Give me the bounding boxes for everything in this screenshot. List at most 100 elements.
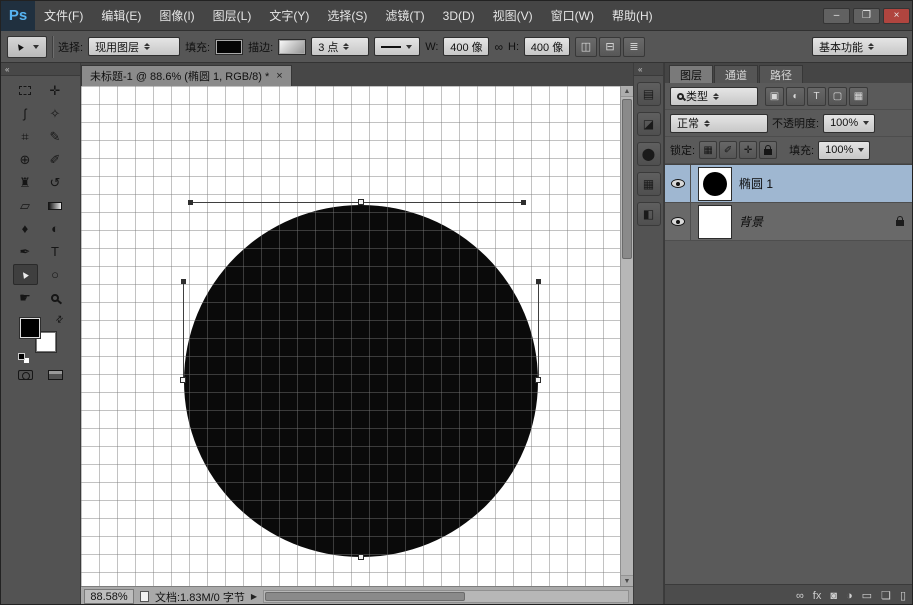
menu-item-9[interactable]: 窗口(W) <box>542 1 603 31</box>
clone-stamp-tool[interactable]: ♜ <box>13 172 38 193</box>
layer-group-icon[interactable]: ▭ <box>862 589 872 602</box>
delete-layer-icon[interactable]: ▯ <box>900 589 906 602</box>
path-selection-tool[interactable]: ► <box>13 264 38 285</box>
properties-panel-icon[interactable]: ◪ <box>637 112 661 136</box>
default-colors-icon[interactable] <box>18 353 25 360</box>
path-arrange-button[interactable]: ≣ <box>623 37 645 57</box>
blend-mode-dropdown[interactable]: 正常 <box>670 114 768 133</box>
layer-effects-icon[interactable]: fx <box>813 590 822 602</box>
layer-thumbnail[interactable] <box>698 167 732 201</box>
zoom-level-field[interactable]: 88.58% <box>84 589 134 604</box>
tab-channels[interactable]: 通道 <box>714 65 758 83</box>
fill-opacity-dropdown[interactable]: 100% <box>818 141 870 160</box>
rectangular-marquee-tool[interactable] <box>13 80 38 101</box>
menu-item-1[interactable]: 编辑(E) <box>92 1 150 31</box>
tab-layers[interactable]: 图层 <box>669 65 713 83</box>
tab-paths[interactable]: 路径 <box>759 65 803 83</box>
filter-shape-layers-button[interactable]: ▢ <box>828 87 847 106</box>
layer-name[interactable]: 椭圆 1 <box>739 175 773 192</box>
scroll-up-arrow[interactable]: ▲ <box>621 86 633 97</box>
tool-preset-picker[interactable]: ► <box>7 36 47 58</box>
color-panel-icon[interactable]: ⬤ <box>637 142 661 166</box>
menu-item-7[interactable]: 3D(D) <box>434 1 484 31</box>
layer-name[interactable]: 背景 <box>739 213 763 230</box>
adjustments-panel-icon[interactable]: ◧ <box>637 202 661 226</box>
horizontal-scrollbar-thumb[interactable] <box>265 592 465 601</box>
fill-color-swatch[interactable] <box>215 39 243 55</box>
shape-height-field[interactable]: 400 像 <box>524 37 570 56</box>
quick-mask-button[interactable] <box>13 364 38 385</box>
toolbar-collapse-button[interactable]: « <box>1 63 80 76</box>
link-layers-icon[interactable]: ∞ <box>796 590 804 602</box>
anchor-point-top[interactable] <box>358 199 364 205</box>
path-alignment-button[interactable]: ⊟ <box>599 37 621 57</box>
new-layer-icon[interactable]: ❏ <box>881 589 891 602</box>
shape-width-field[interactable]: 400 像 <box>443 37 489 56</box>
horizontal-scrollbar[interactable] <box>263 590 629 603</box>
anchor-point-bottom[interactable] <box>358 554 364 560</box>
layer-visibility-toggle[interactable] <box>665 165 691 203</box>
hand-tool[interactable]: ☛ <box>13 287 38 308</box>
stroke-width-dropdown[interactable]: 3 点 <box>311 37 369 56</box>
layer-row-ellipse[interactable]: 椭圆 1 <box>665 165 913 203</box>
quick-selection-tool[interactable]: ✧ <box>43 103 68 124</box>
link-dimensions-icon[interactable]: ∞ <box>494 40 503 54</box>
lasso-tool[interactable]: ʃ <box>13 103 38 124</box>
menu-item-4[interactable]: 文字(Y) <box>260 1 318 31</box>
workspace-dropdown[interactable]: 基本功能 <box>812 37 908 56</box>
stroke-color-swatch[interactable] <box>278 39 306 55</box>
anchor-point-left[interactable] <box>180 377 186 383</box>
lock-pixels-button[interactable]: ✐ <box>719 141 737 159</box>
select-mode-dropdown[interactable]: 现用图层 <box>88 37 180 56</box>
stroke-type-dropdown[interactable] <box>374 37 420 56</box>
menu-item-3[interactable]: 图层(L) <box>204 1 261 31</box>
vertical-scrollbar[interactable]: ▲ ▼ <box>620 86 633 586</box>
zoom-tool[interactable] <box>43 287 68 308</box>
history-panel-icon[interactable]: ▤ <box>637 82 661 106</box>
pen-tool[interactable]: ✒ <box>13 241 38 262</box>
ellipse-tool[interactable]: ○ <box>43 264 68 285</box>
layer-mask-icon[interactable]: ◙ <box>830 590 837 602</box>
healing-brush-tool[interactable]: ⊕ <box>13 149 38 170</box>
close-button[interactable]: × <box>883 8 910 24</box>
filter-pixel-layers-button[interactable]: ▣ <box>765 87 784 106</box>
move-tool[interactable]: ✛ <box>43 80 68 101</box>
eyedropper-tool[interactable]: ✎ <box>43 126 68 147</box>
anchor-point-right[interactable] <box>535 377 541 383</box>
path-operations-button[interactable]: ◫ <box>575 37 597 57</box>
swatches-panel-icon[interactable]: ▦ <box>637 172 661 196</box>
lock-transparency-button[interactable]: ▦ <box>699 141 717 159</box>
lock-position-button[interactable]: ✛ <box>739 141 757 159</box>
status-options-arrow[interactable]: ▶ <box>251 592 257 601</box>
close-tab-icon[interactable]: × <box>276 70 282 82</box>
brush-tool[interactable]: ✐ <box>43 149 68 170</box>
filter-adjustment-layers-button[interactable]: ◐ <box>786 87 805 106</box>
crop-tool[interactable]: ⌗ <box>13 126 38 147</box>
menu-item-10[interactable]: 帮助(H) <box>603 1 662 31</box>
layer-filter-type-dropdown[interactable]: 类型 <box>670 87 758 106</box>
layer-row-background[interactable]: 背景 <box>665 203 913 241</box>
vertical-scrollbar-thumb[interactable] <box>622 99 632 259</box>
menu-item-8[interactable]: 视图(V) <box>484 1 542 31</box>
foreground-color-swatch[interactable] <box>20 318 40 338</box>
menu-item-5[interactable]: 选择(S) <box>318 1 376 31</box>
opacity-dropdown[interactable]: 100% <box>823 114 875 133</box>
filter-smart-objects-button[interactable]: ▦ <box>849 87 868 106</box>
handle-endpoint[interactable] <box>188 200 193 205</box>
adjustment-layer-icon[interactable]: ◑ <box>846 590 853 602</box>
minimize-button[interactable]: – <box>823 8 850 24</box>
dodge-tool[interactable]: ◐ <box>43 218 68 239</box>
scroll-down-arrow[interactable]: ▼ <box>621 575 633 586</box>
history-brush-tool[interactable]: ↺ <box>43 172 68 193</box>
blur-tool[interactable]: ♦ <box>13 218 38 239</box>
lock-all-button[interactable] <box>759 141 777 159</box>
strip-expand-button[interactable]: « <box>634 63 663 76</box>
menu-item-2[interactable]: 图像(I) <box>150 1 203 31</box>
canvas-viewport[interactable]: ▲ ▼ <box>81 86 633 586</box>
handle-endpoint[interactable] <box>181 279 186 284</box>
menu-item-6[interactable]: 滤镜(T) <box>376 1 433 31</box>
gradient-tool[interactable] <box>43 195 68 216</box>
eraser-tool[interactable]: ▱ <box>13 195 38 216</box>
screen-mode-button[interactable] <box>43 364 68 385</box>
handle-endpoint[interactable] <box>536 279 541 284</box>
